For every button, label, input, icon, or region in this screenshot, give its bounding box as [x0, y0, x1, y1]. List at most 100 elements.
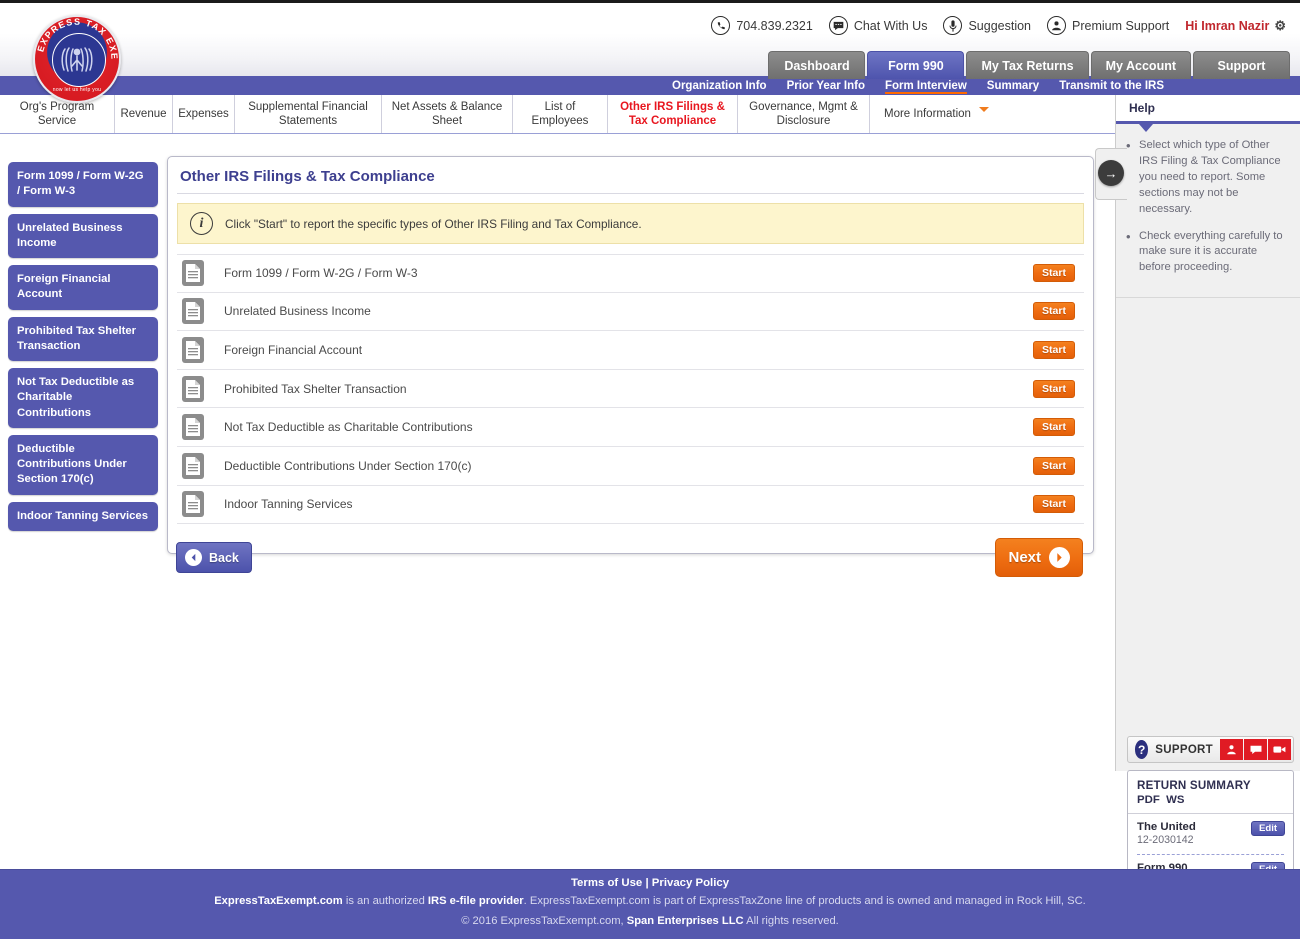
privacy-policy-link[interactable]: Privacy Policy: [652, 877, 729, 889]
list-item[interactable]: Deductible Contributions Under Section 1…: [177, 447, 1084, 486]
organization-block: The United 12-2030142 Edit: [1128, 814, 1293, 854]
arrow-left-icon: [185, 549, 202, 567]
arrow-right-icon: [1049, 547, 1070, 569]
footer-text-b: . ExpressTaxExempt.com is part of Expres…: [523, 895, 1086, 907]
info-icon: i: [190, 212, 213, 235]
return-summary-title: RETURN SUMMARY: [1137, 779, 1251, 792]
list-item[interactable]: Prohibited Tax Shelter Transaction Start: [177, 370, 1084, 409]
footer-brand-name: ExpressTaxExempt.com: [214, 895, 343, 907]
terms-of-use-link[interactable]: Terms of Use: [571, 877, 642, 889]
help-panel-body: Select which type of Other IRS Filing & …: [1116, 124, 1300, 299]
list-item-label: Unrelated Business Income: [224, 304, 371, 319]
section-tab-more-information[interactable]: More Information: [870, 95, 1115, 133]
tab-my-tax-returns[interactable]: My Tax Returns: [966, 51, 1089, 79]
chat-bubble-icon[interactable]: [1244, 739, 1267, 760]
section-tab-other-irs-filings-tax-compliance[interactable]: Other IRS Filings & Tax Compliance: [608, 95, 738, 133]
footer-company-name: Span Enterprises LLC: [626, 914, 744, 927]
filing-list: Form 1099 / Form W-2G / Form W-3 Start U…: [177, 254, 1084, 525]
sidebar-item-form-1099[interactable]: Form 1099 / Form W-2G / Form W-3: [8, 162, 158, 207]
page-title: Other IRS Filings & Tax Compliance: [180, 168, 435, 185]
phone-link[interactable]: 704.839.2321: [711, 16, 813, 35]
person-icon[interactable]: [1220, 739, 1243, 760]
sidebar-item-deductible-contributions-170c[interactable]: Deductible Contributions Under Section 1…: [8, 434, 158, 495]
premium-support-link[interactable]: Premium Support: [1047, 16, 1169, 35]
ws-link[interactable]: WS: [1166, 794, 1184, 806]
chat-icon: [828, 16, 848, 35]
edit-organization-button[interactable]: Edit: [1251, 821, 1285, 836]
document-icon: [182, 414, 204, 441]
panel-navigation: Back Next: [168, 524, 1093, 578]
list-item[interactable]: Foreign Financial Account Start: [177, 331, 1084, 370]
section-tab-bar: Org's Program Service Revenue Expenses S…: [0, 95, 1115, 134]
suggestion-label: Suggestion: [968, 18, 1032, 33]
list-item[interactable]: Indoor Tanning Services Start: [177, 486, 1084, 525]
start-button[interactable]: Start: [1033, 340, 1075, 359]
next-button[interactable]: Next: [995, 538, 1083, 578]
subnav-organization-info[interactable]: Organization Info: [672, 76, 767, 95]
microphone-icon: [943, 16, 963, 35]
sidebar-item-unrelated-business-income[interactable]: Unrelated Business Income: [8, 213, 158, 258]
list-item[interactable]: Not Tax Deductible as Charitable Contrib…: [177, 408, 1084, 447]
gear-icon[interactable]: ⚙: [1274, 18, 1286, 34]
start-button[interactable]: Start: [1033, 379, 1075, 398]
document-icon: [182, 452, 204, 479]
section-tab-supplemental-financial-statements[interactable]: Supplemental Financial Statements: [235, 95, 382, 133]
start-button[interactable]: Start: [1033, 264, 1075, 283]
back-button[interactable]: Back: [176, 542, 252, 574]
next-button-label: Next: [1008, 549, 1041, 567]
logo-tagline: now let us help you: [52, 87, 102, 93]
document-icon: [182, 491, 204, 518]
section-tab-more-information-label: More Information: [884, 107, 971, 120]
help-bullet-item: Select which type of Other IRS Filing & …: [1124, 137, 1288, 218]
sidebar-item-not-tax-deductible[interactable]: Not Tax Deductible as Charitable Contrib…: [8, 368, 158, 428]
support-bar: ? SUPPORT: [1127, 736, 1294, 763]
tab-form-990[interactable]: Form 990: [867, 51, 965, 79]
suggestion-link[interactable]: Suggestion: [943, 16, 1031, 35]
list-item[interactable]: Unrelated Business Income Start: [177, 293, 1084, 332]
back-button-label: Back: [209, 550, 239, 565]
list-item-label: Form 1099 / Form W-2G / Form W-3: [224, 266, 418, 281]
tab-my-account[interactable]: My Account: [1090, 51, 1191, 79]
list-item[interactable]: Form 1099 / Form W-2G / Form W-3 Start: [177, 254, 1084, 293]
help-panel: Help Select which type of Other IRS Fili…: [1115, 95, 1300, 771]
help-bullet-item: Check everything carefully to make sure …: [1124, 228, 1288, 277]
section-tab-net-assets-balance-sheet[interactable]: Net Assets & Balance Sheet: [382, 95, 513, 133]
chat-link[interactable]: Chat With Us: [828, 16, 928, 35]
pdf-link[interactable]: PDF: [1137, 794, 1160, 806]
sidebar-item-foreign-financial-account[interactable]: Foreign Financial Account: [8, 265, 158, 310]
main-tab-bar: Dashboard Form 990 My Tax Returns My Acc…: [768, 51, 1290, 79]
document-icon: [182, 260, 204, 287]
section-tab-governance-mgmt-disclosure[interactable]: Governance, Mgmt & Disclosure: [738, 95, 870, 133]
app-root: EXPRESS TAX EXEMPT now let us help you: [0, 0, 1300, 939]
brand-logo[interactable]: EXPRESS TAX EXEMPT now let us help you: [33, 15, 121, 103]
list-item-label: Not Tax Deductible as Charitable Contrib…: [224, 420, 473, 435]
logo-hands-figure: [61, 47, 93, 72]
footer-copyright-a: © 2016 ExpressTaxExempt.com,: [461, 914, 627, 927]
document-icon: [182, 336, 204, 363]
section-tab-revenue[interactable]: Revenue: [115, 95, 173, 133]
help-collapse-arrow-icon[interactable]: →: [1098, 160, 1124, 186]
start-button[interactable]: Start: [1033, 456, 1075, 475]
user-menu[interactable]: Hi Imran Nazir ⚙: [1185, 18, 1286, 34]
phone-icon: [711, 16, 731, 35]
chat-label: Chat With Us: [853, 18, 928, 33]
footer-copyright: © 2016 ExpressTaxExempt.com, Span Enterp…: [0, 915, 1300, 927]
tab-dashboard[interactable]: Dashboard: [768, 51, 866, 79]
sidebar-item-indoor-tanning-services[interactable]: Indoor Tanning Services: [8, 501, 158, 531]
help-title-arrow: [1139, 124, 1153, 132]
start-button[interactable]: Start: [1033, 495, 1075, 514]
start-button[interactable]: Start: [1033, 302, 1075, 321]
header-links: 704.839.2321 Chat With Us Suggestion Pre…: [711, 16, 1286, 35]
sidebar-item-prohibited-tax-shelter-transaction[interactable]: Prohibited Tax Shelter Transaction: [8, 316, 158, 361]
section-tab-expenses[interactable]: Expenses: [173, 95, 235, 133]
title-divider: [177, 193, 1084, 194]
support-label: SUPPORT: [1155, 743, 1213, 756]
footer-efile-provider: IRS e-file provider: [427, 895, 524, 907]
video-camera-icon[interactable]: [1268, 739, 1291, 760]
tab-support[interactable]: Support: [1193, 51, 1290, 79]
premium-support-label: Premium Support: [1072, 18, 1170, 33]
page-footer: Terms of Use | Privacy Policy ExpressTax…: [0, 869, 1300, 939]
start-button[interactable]: Start: [1033, 418, 1075, 437]
top-header: EXPRESS TAX EXEMPT now let us help you: [0, 0, 1300, 103]
section-tab-list-of-employees[interactable]: List of Employees: [513, 95, 608, 133]
